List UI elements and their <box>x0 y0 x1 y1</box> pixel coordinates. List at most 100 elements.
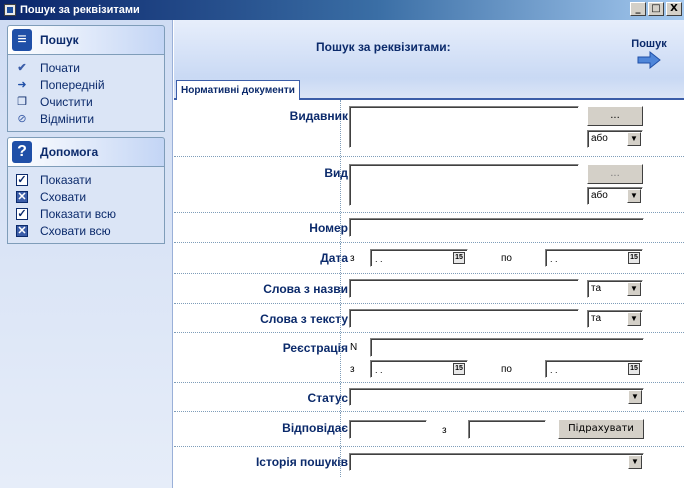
registration-n-label: N <box>350 342 358 353</box>
search-panel-header[interactable]: ≡ Пошук <box>7 25 165 55</box>
search-panel-body: ✔ Почати ➜ Попередній ❐ Очистити ⊘ Відмі… <box>7 55 165 132</box>
title-words-input[interactable] <box>349 279 579 298</box>
matches-label: Відповідає <box>282 421 348 435</box>
chevron-down-icon: ▼ <box>627 189 641 203</box>
date-to-input[interactable]: . . 15 <box>545 249 643 267</box>
registration-number-input[interactable] <box>370 338 644 357</box>
registration-to-value: . . <box>550 365 558 375</box>
main-area: Пошук за реквізитами: Пошук Нормативні д… <box>174 20 684 488</box>
checkbox-x-icon: ✕ <box>16 224 28 237</box>
number-label: Номер <box>309 221 348 235</box>
registration-to-label: по <box>501 364 512 375</box>
maximize-button[interactable]: □ <box>648 2 664 16</box>
arrow-right-icon <box>637 50 661 70</box>
matches-total-field <box>468 420 546 439</box>
row-type: Вид ... або ▼ <box>174 157 684 213</box>
publisher-logic-value: або <box>591 133 608 144</box>
number-input[interactable] <box>349 218 644 237</box>
sidebar-item-label: Відмінити <box>40 111 95 126</box>
calendar-icon[interactable]: 15 <box>453 363 465 375</box>
chevron-down-icon: ▼ <box>627 312 641 326</box>
sidebar-item-show[interactable]: ✓ Показати <box>16 171 164 188</box>
status-select[interactable]: ▼ <box>349 388 644 406</box>
date-label: Дата <box>320 251 348 265</box>
close-button[interactable]: X <box>666 2 682 16</box>
date-from-label: з <box>350 253 355 264</box>
type-logic-select[interactable]: або ▼ <box>587 187 643 205</box>
row-date: Дата з . . 15 по . . 15 <box>174 243 684 274</box>
chevron-down-icon: ▼ <box>627 132 641 146</box>
chevron-down-icon: ▼ <box>627 282 641 296</box>
sidebar-item-label: Почати <box>40 60 80 75</box>
date-to-label: по <box>501 253 512 264</box>
minimize-button[interactable]: _ <box>630 2 646 16</box>
sidebar-item-previous[interactable]: ➜ Попередній <box>16 76 164 93</box>
title-words-label: Слова з назви <box>263 282 348 296</box>
row-title-words: Слова з назви та ▼ <box>174 274 684 304</box>
chevron-down-icon: ▼ <box>628 390 642 404</box>
help-panel-header[interactable]: ? Допомога <box>7 137 165 167</box>
title-words-logic-select[interactable]: та ▼ <box>587 280 643 298</box>
main-header: Пошук за реквізитами: Пошук <box>174 20 684 78</box>
clear-icon: ❐ <box>17 96 27 108</box>
cancel-icon: ⊘ <box>17 113 27 125</box>
sidebar-item-hide[interactable]: ✕ Сховати <box>16 188 164 205</box>
search-panel-title: Пошук <box>40 33 79 47</box>
text-words-logic-select[interactable]: та ▼ <box>587 310 643 328</box>
sidebar-item-show-all[interactable]: ✓ Показати всю <box>16 205 164 222</box>
type-field[interactable] <box>349 164 579 206</box>
sidebar-item-clear[interactable]: ❐ Очистити <box>16 93 164 110</box>
registration-from-value: . . <box>375 365 383 375</box>
registration-label: Реєстрація <box>282 341 348 355</box>
page-title: Пошук за реквізитами: <box>316 40 451 54</box>
date-from-value: . . <box>375 254 383 264</box>
document-list-icon: ≡ <box>12 29 32 51</box>
count-button[interactable]: Підрахувати <box>558 419 644 439</box>
type-logic-value: або <box>591 190 608 201</box>
checkbox-checked-icon: ✓ <box>16 173 28 186</box>
row-publisher: Видавник ... або ▼ <box>174 100 684 157</box>
tab-normative-documents[interactable]: Нормативні документи <box>176 80 300 100</box>
start-icon: ✔ <box>17 62 27 74</box>
checkbox-x-icon: ✕ <box>16 190 28 203</box>
text-words-input[interactable] <box>349 309 579 328</box>
type-label: Вид <box>324 166 348 180</box>
publisher-label: Видавник <box>289 109 348 123</box>
registration-from-label: з <box>350 364 355 375</box>
sidebar-item-cancel[interactable]: ⊘ Відмінити <box>16 110 164 127</box>
publisher-logic-select[interactable]: або ▼ <box>587 130 643 148</box>
search-panel: ≡ Пошук ✔ Почати ➜ Попередній ❐ Очистити… <box>7 25 165 132</box>
sidebar-item-label: Сховати всю <box>40 223 111 238</box>
row-status: Статус ▼ <box>174 383 684 412</box>
window-titlebar: Пошук за реквізитами _ □ X <box>0 0 684 20</box>
status-label: Статус <box>307 391 348 405</box>
history-label: Історія пошуків <box>255 455 348 469</box>
sidebar-item-start[interactable]: ✔ Почати <box>16 59 164 76</box>
publisher-field[interactable] <box>349 106 579 148</box>
calendar-icon[interactable]: 15 <box>453 252 465 264</box>
history-select[interactable]: ▼ <box>349 453 644 471</box>
row-text-words: Слова з тексту та ▼ <box>174 304 684 333</box>
calendar-icon[interactable]: 15 <box>628 363 640 375</box>
sidebar-item-label: Показати всю <box>40 206 117 221</box>
help-panel: ? Допомога ✓ Показати ✕ Сховати ✓ Показа… <box>7 137 165 244</box>
sidebar-item-label: Очистити <box>40 94 93 109</box>
previous-icon: ➜ <box>17 79 27 91</box>
chevron-down-icon: ▼ <box>628 455 642 469</box>
calendar-icon[interactable]: 15 <box>628 252 640 264</box>
publisher-browse-button[interactable]: ... <box>587 106 643 126</box>
registration-to-input[interactable]: . . 15 <box>545 360 643 378</box>
sidebar-item-hide-all[interactable]: ✕ Сховати всю <box>16 222 164 239</box>
search-button[interactable]: Пошук <box>624 38 674 73</box>
date-from-input[interactable]: . . 15 <box>370 249 468 267</box>
app-icon <box>4 4 16 16</box>
window-controls: _ □ X <box>630 2 682 16</box>
row-matches: Відповідає з Підрахувати <box>174 412 684 447</box>
row-registration: Реєстрація N з . . 15 по . . 15 <box>174 333 684 383</box>
search-button-label: Пошук <box>631 38 667 50</box>
row-number: Номер <box>174 213 684 243</box>
window-title: Пошук за реквізитами <box>20 4 140 16</box>
type-browse-button[interactable]: ... <box>587 164 643 184</box>
help-panel-title: Допомога <box>40 145 99 159</box>
registration-from-input[interactable]: . . 15 <box>370 360 468 378</box>
